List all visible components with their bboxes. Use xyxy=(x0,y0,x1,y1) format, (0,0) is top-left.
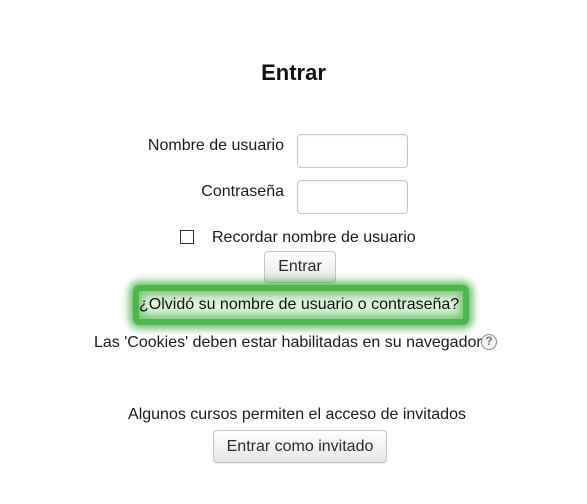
forgot-password-link[interactable]: ¿Olvidó su nombre de usuario o contraseñ… xyxy=(139,296,459,314)
username-field[interactable] xyxy=(297,134,408,168)
help-circle-icon[interactable]: ? xyxy=(481,334,497,350)
guest-login-button[interactable]: Entrar como invitado xyxy=(213,430,387,463)
remember-username-checkbox[interactable] xyxy=(180,230,194,244)
page-title: Entrar xyxy=(261,60,326,85)
username-label: Nombre de usuario xyxy=(147,137,284,154)
password-field[interactable] xyxy=(297,180,408,214)
remember-username-label[interactable]: Recordar nombre de usuario xyxy=(212,229,416,247)
password-label: Contraseña xyxy=(201,183,284,200)
guest-access-info: Algunos cursos permiten el acceso de inv… xyxy=(128,406,466,423)
cookies-notice: Las 'Cookies' deben estar habilitadas en… xyxy=(94,334,482,351)
login-button[interactable]: Entrar xyxy=(264,251,336,283)
